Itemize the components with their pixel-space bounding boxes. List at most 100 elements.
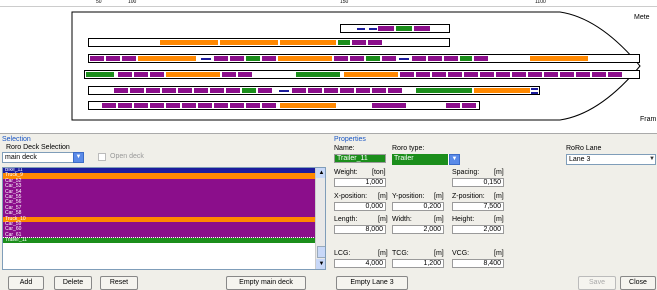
xpos-field[interactable]: 0,000 [334,202,386,211]
vehicle-car[interactable] [443,55,459,62]
vehicle-car[interactable] [117,71,133,78]
vehicle-trailer[interactable] [245,55,261,62]
vehicle-car[interactable] [221,71,237,78]
vehicle-car[interactable] [117,102,133,109]
lcg-field[interactable]: 4,000 [334,259,386,268]
weight-field[interactable]: 1,000 [334,178,386,187]
vehicle-car[interactable] [101,102,117,109]
vehicle-bike[interactable] [399,58,409,60]
vehicle-car[interactable] [447,71,463,78]
vehicle-car[interactable] [89,55,105,62]
vehicle-trailer[interactable] [415,87,473,94]
list-item-selected[interactable]: Trailer_11 [3,237,316,245]
vehicle-car[interactable] [261,102,277,109]
vehicle-bike[interactable] [531,92,538,94]
vehicle-truck[interactable] [219,39,279,46]
vehicle-trailer[interactable] [85,71,115,78]
vehicle-car[interactable] [177,87,193,94]
vehicle-trailer[interactable] [295,71,341,78]
save-button[interactable]: Save [578,276,616,290]
empty-main-deck-button[interactable]: Empty main deck [226,276,306,290]
vehicle-truck[interactable] [279,39,337,46]
vehicle-car[interactable] [105,55,121,62]
vehicle-car[interactable] [431,71,447,78]
vehicle-car[interactable] [367,39,383,46]
reset-button[interactable]: Reset [100,276,138,290]
vehicle-truck[interactable] [529,55,589,62]
vehicle-car[interactable] [371,102,407,109]
vehicle-car[interactable] [145,87,161,94]
lane-1[interactable] [340,24,450,33]
vehicle-car[interactable] [479,71,495,78]
vehicle-car[interactable] [225,87,241,94]
vehicle-car[interactable] [129,87,145,94]
vehicle-trailer[interactable] [459,55,473,62]
tcg-field[interactable]: 1,200 [392,259,444,268]
width-field[interactable]: 2,000 [392,225,444,234]
vehicle-car[interactable] [133,102,149,109]
vehicle-car[interactable] [399,71,415,78]
vehicle-list[interactable]: Bike_11 Truck_9 Car_52 Car_53 Car_54 Car… [2,167,326,270]
vehicle-car[interactable] [149,102,165,109]
vehicle-car[interactable] [371,87,387,94]
lane-2[interactable] [88,38,450,47]
chevron-down-icon[interactable]: ▼ [449,154,460,165]
vehicle-car[interactable] [445,102,461,109]
vehicle-car[interactable] [213,55,229,62]
scroll-up-icon[interactable]: ▲ [316,168,325,178]
vehicle-car[interactable] [245,102,261,109]
vehicle-truck[interactable] [277,55,333,62]
vehicle-car[interactable] [323,87,339,94]
vehicle-car[interactable] [121,55,137,62]
vehicle-car[interactable] [607,71,623,78]
vehicle-car[interactable] [149,71,165,78]
list-scrollbar[interactable]: ▲ ▼ [315,168,325,269]
vehicle-car[interactable] [229,102,245,109]
vehicle-trailer[interactable] [395,25,413,32]
vehicle-car[interactable] [473,55,489,62]
vehicle-car[interactable] [351,39,367,46]
vehicle-car[interactable] [377,25,395,32]
vehicle-car[interactable] [307,87,323,94]
vehicle-car[interactable] [165,102,181,109]
vehicle-trailer[interactable] [241,87,257,94]
vehicle-truck[interactable] [159,39,219,46]
lane-5[interactable] [88,86,540,95]
vehicle-car[interactable] [339,87,355,94]
vehicle-car[interactable] [133,71,149,78]
vehicle-car[interactable] [237,71,253,78]
vehicle-bike[interactable] [279,90,289,92]
name-field[interactable]: Trailer_11 [334,154,386,163]
vehicle-car[interactable] [463,71,479,78]
vehicle-car[interactable] [261,55,277,62]
vehicle-truck[interactable] [137,55,197,62]
roro-type-select[interactable]: Trailer ▼ [392,154,460,165]
open-deck-checkbox[interactable] [98,153,106,161]
scroll-thumb[interactable] [317,246,325,258]
vehicle-car[interactable] [387,87,403,94]
vehicle-car[interactable] [427,55,443,62]
deck-view[interactable]: 50 100 150 1100 Mete Fram [0,0,657,134]
vehicle-car[interactable] [113,87,129,94]
vehicle-car[interactable] [197,102,213,109]
vehicle-car[interactable] [213,102,229,109]
vehicle-car[interactable] [181,102,197,109]
spacing-field[interactable]: 0,150 [452,178,504,187]
empty-lane-button[interactable]: Empty Lane 3 [336,276,408,290]
vehicle-bike[interactable] [369,28,377,30]
vehicle-truck[interactable] [165,71,221,78]
vehicle-car[interactable] [411,55,427,62]
vehicle-car[interactable] [355,87,371,94]
vehicle-car[interactable] [511,71,527,78]
lane-4[interactable] [84,70,640,79]
vcg-field[interactable]: 8,400 [452,259,504,268]
vehicle-car[interactable] [349,55,365,62]
roro-lane-select[interactable]: Lane 3 ▼ [566,154,656,165]
vehicle-truck[interactable] [279,102,337,109]
zpos-field[interactable]: 7,500 [452,202,504,211]
vehicle-truck[interactable] [343,71,399,78]
add-button[interactable]: Add [8,276,44,290]
vehicle-bike[interactable] [357,28,365,30]
vehicle-car[interactable] [559,71,575,78]
vehicle-car[interactable] [527,71,543,78]
